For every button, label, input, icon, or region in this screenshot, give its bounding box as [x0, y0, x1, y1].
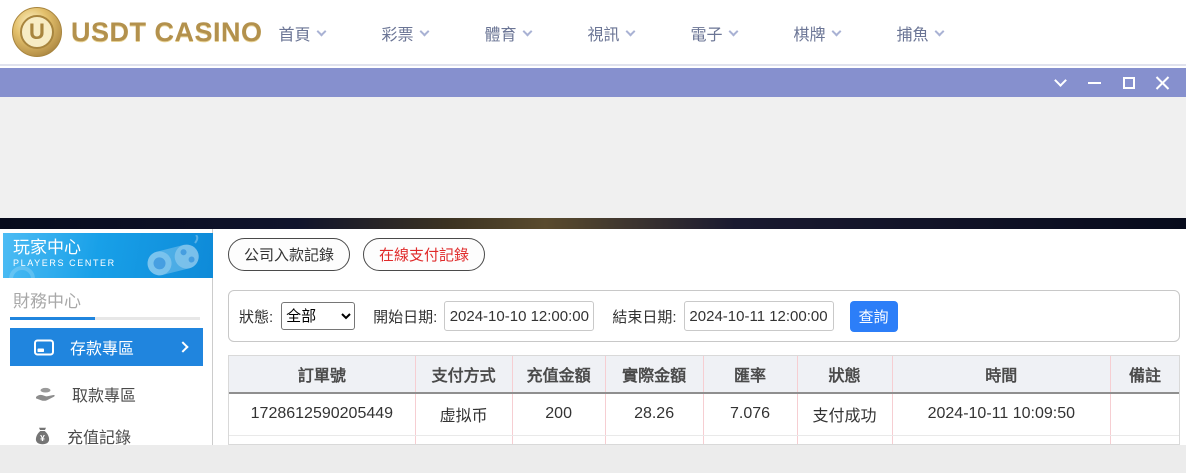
- sidebar-item-label: 取款專區: [72, 382, 136, 406]
- chevron-down-icon: [522, 26, 532, 36]
- logo-coin-icon: U: [12, 7, 62, 57]
- money-bag-icon: ¥: [34, 427, 51, 445]
- start-date-label: 開始日期:: [373, 306, 437, 327]
- nav-item-sports[interactable]: 體育: [456, 21, 559, 45]
- window-maximize-icon[interactable]: [1121, 75, 1136, 90]
- hand-coin-icon: [34, 386, 56, 403]
- end-date-label: 結束日期:: [612, 306, 676, 327]
- record-tabs: 公司入款記錄 在線支付記錄: [228, 238, 485, 271]
- players-center-banner: 玩家中心 PLAYERS CENTER: [3, 233, 213, 278]
- tab-company-deposit-record[interactable]: 公司入款記錄: [228, 238, 350, 271]
- nav-label: 電子: [690, 21, 722, 45]
- chevron-down-icon: [419, 26, 429, 36]
- cell-exchange-rate: 7.076: [703, 393, 797, 435]
- nav-item-video[interactable]: 視訊: [559, 21, 662, 45]
- chevron-down-icon: [934, 26, 944, 36]
- logo-letter: U: [20, 15, 54, 49]
- content-area: 玩家中心 PLAYERS CENTER 財務中心 存款: [0, 229, 1186, 445]
- cell-status: 支付成功: [797, 393, 892, 435]
- col-order-number: 訂單號: [229, 356, 415, 393]
- table-row-partial: [229, 435, 1179, 445]
- nav-item-home[interactable]: 首頁: [250, 21, 353, 45]
- nav-label: 體育: [484, 21, 516, 45]
- players-center-title: 玩家中心: [13, 238, 213, 258]
- cell-remark: [1111, 393, 1179, 435]
- status-select[interactable]: 全部: [281, 302, 355, 330]
- end-date-input[interactable]: [684, 301, 834, 331]
- sidebar-item-deposit[interactable]: 存款專區: [10, 328, 203, 366]
- bottom-strip: [0, 445, 1186, 473]
- nav-item-electronic[interactable]: 電子: [662, 21, 765, 45]
- svg-text:¥: ¥: [40, 433, 45, 443]
- site-header: U USDT CASINO 首頁 彩票 體育 視訊 電子 棋牌 捕魚: [0, 0, 1186, 66]
- main-nav: 首頁 彩票 體育 視訊 電子 棋牌 捕魚: [250, 0, 971, 66]
- status-label: 狀態:: [239, 306, 273, 327]
- search-button[interactable]: 查詢: [850, 301, 898, 332]
- section-divider: [10, 317, 200, 320]
- window-close-icon[interactable]: [1155, 75, 1170, 90]
- sidebar-item-withdraw[interactable]: 取款專區: [10, 375, 203, 413]
- cell-order-number: 1728612590205449: [229, 393, 415, 435]
- table-header-row: 訂單號 支付方式 充值金額 實際金額 匯率 狀態 時間 備註: [229, 356, 1179, 393]
- finance-center-title: 財務中心: [13, 287, 81, 312]
- tab-online-payment-record[interactable]: 在線支付記錄: [363, 238, 485, 271]
- table-row: 1728612590205449 虚拟币 200 28.26 7.076 支付成…: [229, 393, 1179, 435]
- chevron-down-icon: [625, 26, 635, 36]
- nav-item-chess[interactable]: 棋牌: [765, 21, 868, 45]
- col-remark: 備註: [1111, 356, 1179, 393]
- col-time: 時間: [892, 356, 1111, 393]
- cell-actual-amount: 28.26: [605, 393, 703, 435]
- nav-item-lottery[interactable]: 彩票: [353, 21, 456, 45]
- window-titlebar: [0, 68, 1186, 97]
- chevron-right-icon: [177, 341, 188, 352]
- players-center-subtitle: PLAYERS CENTER: [13, 258, 213, 268]
- usdt-casino-logo[interactable]: U USDT CASINO: [0, 7, 263, 57]
- nav-label: 棋牌: [793, 21, 825, 45]
- card-icon: [34, 339, 54, 356]
- cell-recharge-amount: 200: [512, 393, 605, 435]
- logo-text: USDT CASINO: [71, 17, 263, 48]
- start-date-input[interactable]: [444, 301, 594, 331]
- dark-divider-bar: [0, 218, 1186, 229]
- col-actual-amount: 實際金額: [605, 356, 703, 393]
- filter-panel: 狀態: 全部 開始日期: 結束日期: 查詢: [228, 290, 1180, 342]
- nav-label: 視訊: [587, 21, 619, 45]
- nav-label: 首頁: [278, 21, 310, 45]
- col-exchange-rate: 匯率: [703, 356, 797, 393]
- cell-payment-method: 虚拟币: [415, 393, 512, 435]
- window-empty-area: [0, 97, 1186, 218]
- nav-label: 彩票: [381, 21, 413, 45]
- window-chevron-down-icon[interactable]: [1053, 75, 1068, 90]
- nav-item-fishing[interactable]: 捕魚: [868, 21, 971, 45]
- chevron-down-icon: [316, 26, 326, 36]
- col-status: 狀態: [797, 356, 892, 393]
- nav-label: 捕魚: [896, 21, 928, 45]
- col-recharge-amount: 充值金額: [512, 356, 605, 393]
- chevron-down-icon: [831, 26, 841, 36]
- sidebar-item-label: 存款專區: [70, 335, 134, 359]
- cell-time: 2024-10-11 10:09:50: [892, 393, 1111, 435]
- payment-record-table: 訂單號 支付方式 充值金額 實際金額 匯率 狀態 時間 備註 172861259…: [228, 355, 1180, 445]
- main-panel: 公司入款記錄 在線支付記錄 狀態: 全部 開始日期: 結束日期: 查詢: [228, 229, 1180, 445]
- col-payment-method: 支付方式: [415, 356, 512, 393]
- sidebar: 玩家中心 PLAYERS CENTER 財務中心 存款: [0, 229, 213, 445]
- window-minimize-icon[interactable]: [1087, 75, 1102, 90]
- chevron-down-icon: [728, 26, 738, 36]
